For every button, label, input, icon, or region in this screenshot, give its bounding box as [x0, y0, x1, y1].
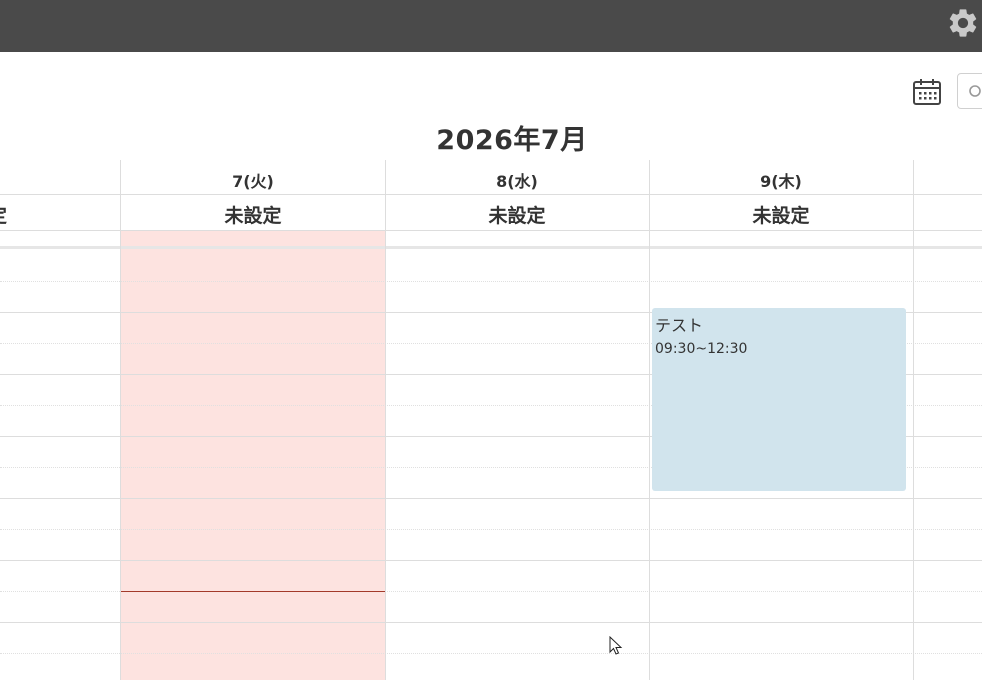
column-divider [120, 160, 121, 680]
hour-line [0, 622, 982, 623]
search-icon [969, 85, 981, 97]
half-hour-line [0, 529, 982, 530]
calendar-icon[interactable] [912, 77, 942, 107]
event-title: テスト [655, 316, 704, 335]
current-time-line [121, 591, 385, 592]
day-status[interactable]: 設定 [0, 201, 120, 228]
day-header[interactable]: 8(水) [385, 168, 649, 192]
half-hour-line [0, 281, 982, 282]
allday-separator [0, 246, 982, 249]
day-status[interactable]: 未設定 [385, 201, 649, 228]
today-column-highlight [121, 230, 385, 680]
page-title: 2026年7月 [436, 125, 588, 156]
column-divider [649, 160, 650, 680]
gear-icon[interactable] [946, 6, 980, 40]
event-time: 09:30~12:30 [655, 341, 748, 357]
hour-line [0, 498, 982, 499]
day-status[interactable]: 未設定 [649, 201, 913, 228]
day-header[interactable]: 9(木) [649, 168, 913, 192]
day-status[interactable]: 未設定 [121, 201, 385, 228]
row-divider [0, 194, 982, 195]
day-header[interactable]: 7(火) [121, 168, 385, 192]
column-divider [913, 160, 914, 680]
mouse-cursor-icon [609, 636, 623, 655]
column-divider [385, 160, 386, 680]
hour-line [0, 560, 982, 561]
search-input[interactable] [957, 73, 982, 109]
calendar-event[interactable]: テスト 09:30~12:30 [652, 308, 906, 491]
row-divider [0, 230, 982, 231]
top-bar [0, 0, 982, 52]
half-hour-line [0, 653, 982, 654]
day-header[interactable]: ) [0, 168, 120, 187]
